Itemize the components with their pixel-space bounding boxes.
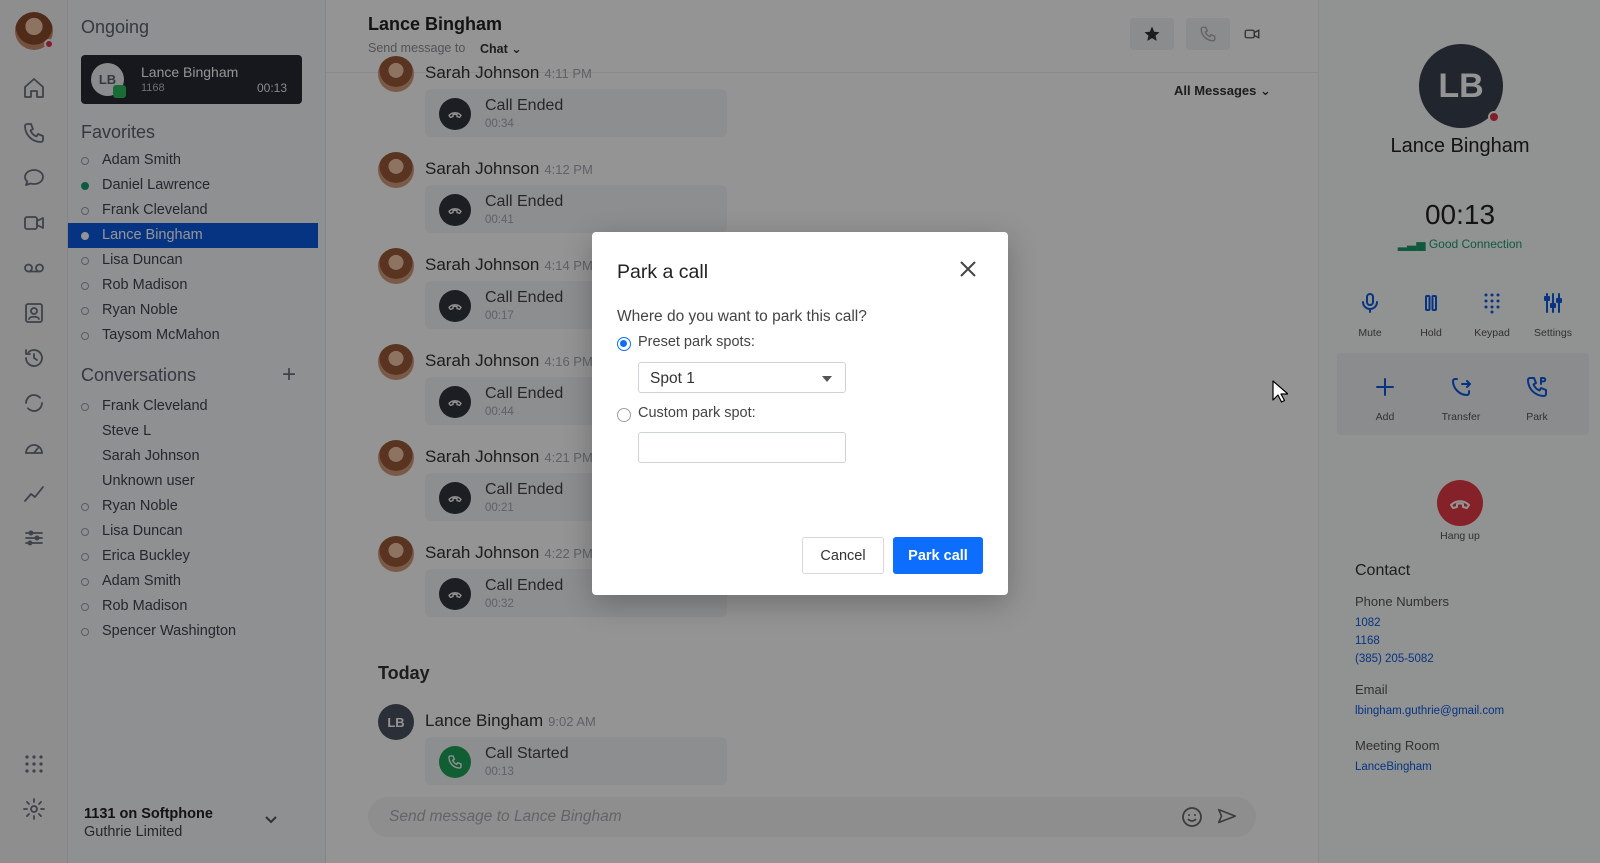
custom-spot-input[interactable] [638, 432, 846, 463]
preset-spot-label: Preset park spots: [638, 334, 755, 350]
preset-spot-value: Spot 1 [650, 370, 695, 387]
preset-spot-radio[interactable] [617, 337, 631, 351]
app: Ongoing LB Lance Bingham 1168 00:13 Favo… [0, 0, 1600, 863]
park-call-button[interactable]: Park call [893, 537, 983, 574]
park-call-dialog: Park a call Where do you want to park th… [592, 232, 1008, 595]
dialog-title: Park a call [617, 261, 709, 283]
custom-spot-label: Custom park spot: [638, 405, 756, 421]
dialog-question: Where do you want to park this call? [617, 308, 867, 325]
close-icon[interactable] [956, 257, 980, 281]
preset-spot-select[interactable]: Spot 1 [638, 362, 846, 393]
custom-spot-radio[interactable] [617, 408, 631, 422]
caret-down-icon [822, 376, 832, 382]
mouse-cursor-icon [1272, 380, 1288, 403]
cancel-button[interactable]: Cancel [802, 537, 884, 574]
